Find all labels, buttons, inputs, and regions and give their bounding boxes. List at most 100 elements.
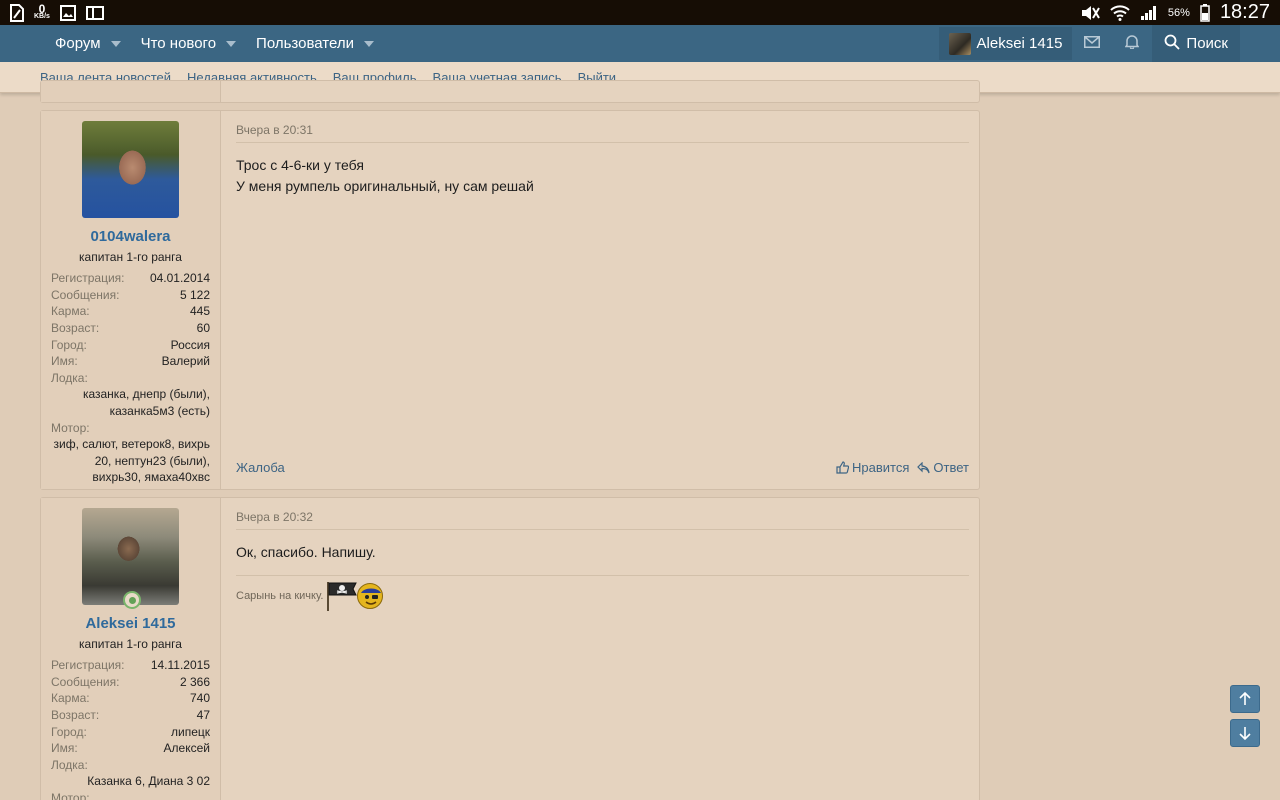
- info-row: Возраст: 60: [51, 320, 210, 337]
- avatar[interactable]: [82, 508, 179, 609]
- chevron-down-icon[interactable]: [110, 40, 121, 47]
- post-date[interactable]: Вчера в 20:31: [236, 123, 969, 143]
- info-row: Имя: Алексей: [51, 740, 210, 757]
- info-value: Казанка 6, Диана 3 02: [51, 773, 210, 790]
- report-link[interactable]: Жалоба: [236, 460, 285, 475]
- nav-item-label: Что нового: [140, 35, 217, 52]
- gallery-icon: [59, 4, 76, 21]
- info-value: 2 366: [179, 674, 210, 689]
- account-button[interactable]: Aleksei 1415: [938, 27, 1073, 60]
- online-status-icon: [123, 591, 141, 609]
- battery-percent: 56%: [1167, 6, 1190, 19]
- nav-item-label: Пользователи: [256, 35, 354, 52]
- post-body-line: Трос с 4-6-ки у тебя: [236, 157, 364, 173]
- reply-button[interactable]: Ответ: [917, 460, 969, 475]
- post-user-column: Aleksei 1415 капитан 1-го ранга Регистра…: [41, 498, 221, 800]
- like-button[interactable]: Нравится: [836, 460, 909, 475]
- info-key: Карма:: [51, 691, 90, 706]
- info-key: Возраст:: [51, 708, 100, 723]
- signature-text: Сарынь на кичку.: [236, 590, 324, 602]
- user-info: Регистрация: 04.01.2014 Сообщения: 5 122 К…: [51, 270, 210, 486]
- info-value: 04.01.2014: [149, 271, 210, 286]
- like-label: Нравится: [852, 460, 910, 475]
- thumbs-up-icon: [836, 461, 850, 474]
- info-key: Мотор:: [51, 420, 90, 435]
- signal-icon: [1140, 5, 1158, 21]
- info-row: Сообщения: 2 366: [51, 674, 210, 691]
- scroll-to-top-button[interactable]: [1230, 685, 1260, 713]
- post-message-column: Вчера в 20:32 Ок, спасибо. Напишу. Сарын…: [221, 498, 979, 800]
- inbox-button[interactable]: [1072, 25, 1112, 62]
- avatar: [948, 32, 971, 55]
- alerts-button[interactable]: [1112, 25, 1152, 62]
- info-line: 20, нептун23 (были),: [94, 453, 210, 468]
- post-body: Трос с 4-6-ки у тебя У меня румпель ориг…: [236, 155, 969, 197]
- info-line: казанка, днепр (были),: [82, 387, 210, 402]
- info-key: Регистрация:: [51, 658, 125, 673]
- post-username[interactable]: 0104walera: [51, 228, 210, 245]
- search-label: Поиск: [1186, 35, 1228, 52]
- chevron-down-icon[interactable]: [226, 40, 237, 47]
- info-value: 5 122: [179, 287, 210, 302]
- mute-icon: [1080, 5, 1100, 21]
- arrow-up-icon: [1239, 692, 1251, 705]
- info-key: Город:: [51, 724, 87, 739]
- info-row: Город: Россия: [51, 336, 210, 353]
- user-rank: капитан 1-го ранга: [79, 637, 182, 651]
- multi-window-icon: [85, 5, 104, 20]
- pirate-smiley-icon: [357, 583, 384, 609]
- post-footer: Жалоба Нравится Ответ: [236, 460, 969, 475]
- bell-icon: [1125, 34, 1140, 54]
- nav-item-members[interactable]: Пользователи: [248, 25, 382, 62]
- info-value: Россия: [170, 337, 210, 352]
- previous-post-tail: [40, 80, 980, 103]
- sim-card-icon: [10, 3, 24, 22]
- post-actions: Нравится Ответ: [836, 460, 969, 475]
- info-row: Возраст: 47: [51, 707, 210, 724]
- post-username[interactable]: Aleksei 1415: [51, 615, 210, 632]
- nav-item-whats-new[interactable]: Что нового: [133, 25, 244, 62]
- info-key: Лодка:: [51, 757, 88, 772]
- info-key: Регистрация:: [51, 271, 125, 286]
- info-key: Карма:: [51, 304, 90, 319]
- info-line: Казанка 6, Диана 3 02: [87, 774, 210, 789]
- main-navigation: Форум Что нового Пользователи Aleksei 14…: [0, 25, 1280, 62]
- info-value: казанка, днепр (были), казанка5м3 (есть): [51, 386, 210, 419]
- post-date[interactable]: Вчера в 20:32: [236, 510, 969, 530]
- info-value: Алексей: [163, 741, 210, 756]
- info-line: зиф, салют, ветерок8, вихрь: [53, 436, 211, 451]
- info-line: вихрь30, ямаха40хвс: [92, 470, 210, 485]
- post-body-line: У меня румпель оригинальный, ну сам реша…: [236, 178, 534, 194]
- info-key: Город:: [51, 337, 87, 352]
- info-value: 740: [189, 691, 210, 706]
- info-row: Карма: 740: [51, 690, 210, 707]
- info-row: Регистрация: 04.01.2014: [51, 270, 210, 287]
- avatar[interactable]: [82, 121, 179, 218]
- user-info: Регистрация: 14.11.2015 Сообщения: 2 366 К…: [51, 657, 210, 800]
- info-row: Имя: Валерий: [51, 353, 210, 370]
- info-row: Город: липецк: [51, 723, 210, 740]
- reply-icon: [917, 461, 931, 473]
- user-rank: капитан 1-го ранга: [79, 250, 182, 264]
- info-row: Карма: 445: [51, 303, 210, 320]
- nav-item-forum[interactable]: Форум: [47, 25, 129, 62]
- search-icon: [1164, 34, 1181, 54]
- forum-post: 0104walera капитан 1-го ранга Регистраци…: [40, 110, 980, 490]
- info-key: Сообщения:: [51, 287, 120, 302]
- pirate-flag-icon: [325, 580, 359, 612]
- post-message-column: Вчера в 20:31 Трос с 4-6-ки у тебя У мен…: [221, 111, 979, 489]
- search-button[interactable]: Поиск: [1152, 25, 1240, 62]
- chevron-down-icon[interactable]: [363, 40, 374, 47]
- post-body-line: Ок, спасибо. Напишу.: [236, 544, 376, 560]
- reply-label: Ответ: [933, 460, 969, 475]
- account-username: Aleksei 1415: [976, 35, 1063, 52]
- info-key: Сообщения:: [51, 674, 120, 689]
- nav-item-label: Форум: [55, 35, 101, 52]
- scroll-to-bottom-button[interactable]: [1230, 719, 1260, 747]
- info-row: Сообщения: 5 122: [51, 287, 210, 304]
- wifi-icon: [1110, 4, 1130, 21]
- post-body: Ок, спасибо. Напишу.: [236, 542, 969, 563]
- info-key: Лодка:: [51, 370, 88, 385]
- info-line: казанка5м3 (есть): [109, 403, 210, 418]
- info-value: Валерий: [161, 354, 210, 369]
